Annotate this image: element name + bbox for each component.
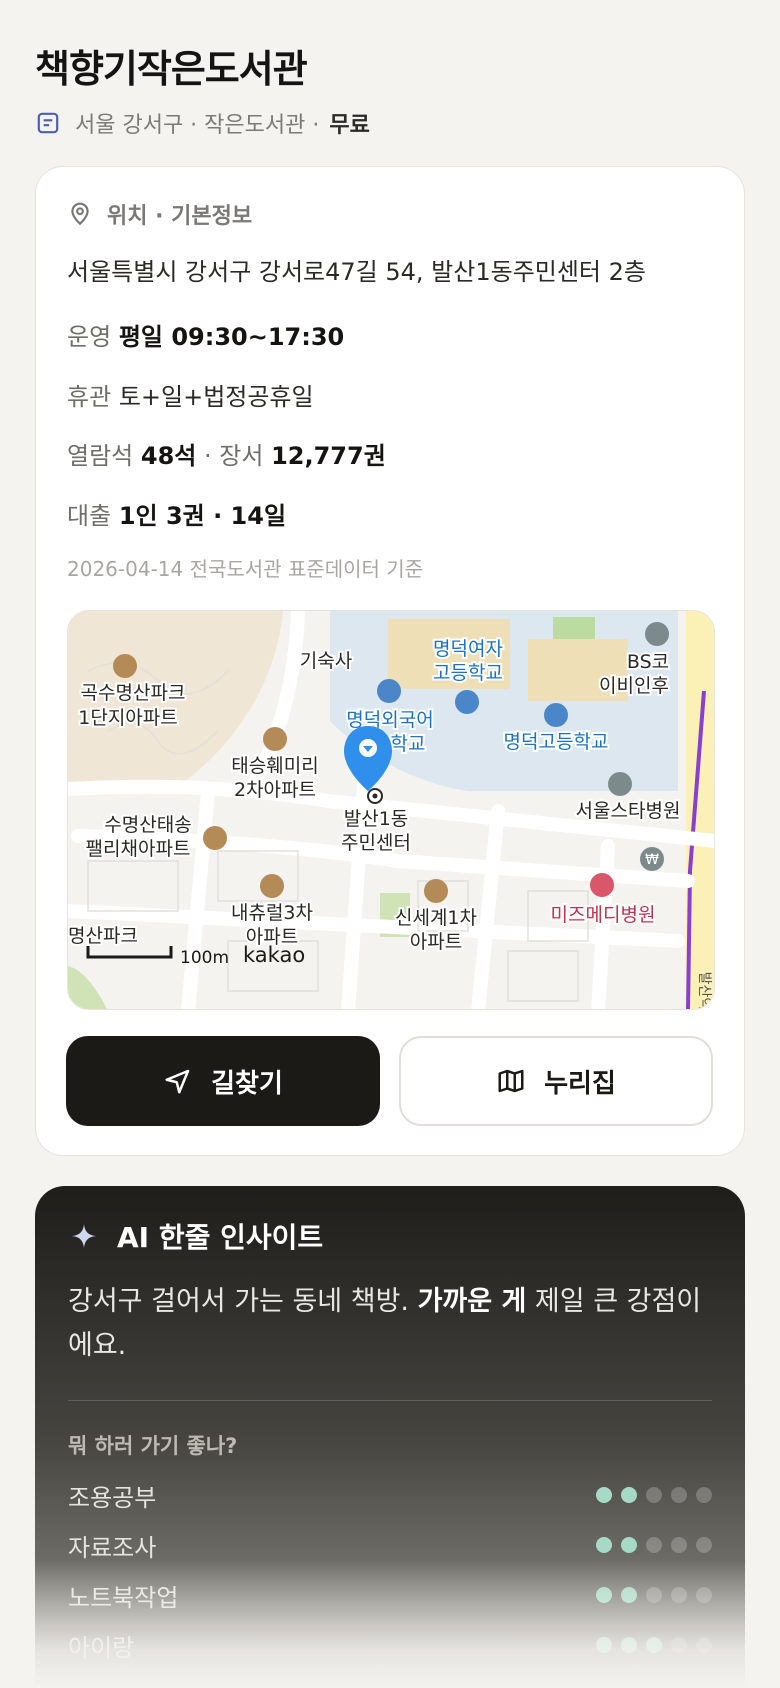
rating-dot-empty	[696, 1537, 712, 1553]
rating-dot-empty	[671, 1587, 687, 1603]
rating-dot-empty	[671, 1537, 687, 1553]
rating-dot-empty	[671, 1487, 687, 1503]
rating-dot-empty	[696, 1637, 712, 1653]
books-label: · 장서	[204, 442, 264, 470]
hours-label: 운영	[67, 323, 112, 351]
rating-dot-empty	[696, 1587, 712, 1603]
location-section-header: 위치 · 기본정보	[67, 196, 252, 232]
rating-dot-empty	[696, 1487, 712, 1503]
books-value: 12,777권	[271, 442, 386, 470]
map-label-apt-c1: 수명산태송	[104, 814, 191, 836]
library-meta: 서울 강서구 · 작은도서관 · 무료	[35, 106, 370, 140]
activity-name: 조용공부	[68, 1483, 157, 1512]
map-label-apt-b2: 2차아파트	[234, 779, 316, 801]
rating-dot-filled	[596, 1587, 612, 1603]
library-region: 서울 강서구 · 작은도서관 ·	[75, 113, 320, 138]
capacity-row: 열람석 48석 · 장서 12,777권	[67, 436, 386, 471]
document-icon	[37, 112, 59, 134]
rating-dot-filled	[596, 1487, 612, 1503]
directions-button[interactable]: 길찾기	[66, 1036, 380, 1126]
rating-dot-filled	[621, 1637, 637, 1653]
rating-dot-empty	[646, 1587, 662, 1603]
closed-label: 휴관	[67, 383, 112, 411]
activity-row: 아이랑	[68, 1628, 712, 1662]
map-label-apt-a1: 곡수명산파크	[81, 682, 186, 704]
map-brand: kakao	[243, 943, 305, 967]
activity-question: 뭐 하러 가기 좋나?	[68, 1434, 238, 1458]
map-icon	[498, 1069, 524, 1093]
activity-name: 자료조사	[68, 1533, 157, 1562]
website-label: 누리집	[544, 1068, 616, 1099]
map-label-high-school: 명덕고등학교	[504, 731, 609, 753]
activity-rating	[596, 1587, 712, 1603]
navigation-arrow-icon	[165, 1069, 190, 1094]
ai-insight-header: AI 한줄 인사이트	[71, 1216, 323, 1256]
activity-rating	[596, 1537, 712, 1553]
ai-text-highlight: 가까운 게	[417, 1286, 527, 1317]
activity-rating	[596, 1487, 712, 1503]
won-glyph: ₩	[645, 852, 659, 868]
closed-value: 토+일+법정공휴일	[118, 383, 314, 411]
rating-dot-filled	[646, 1637, 662, 1653]
map-label-apt-e2: 아파트	[410, 931, 462, 953]
map-label-bs-2: 이비인후	[599, 675, 669, 697]
map-canvas: ₩ 기숙사 곡수명산파크 1단지아파트 BS코 이비인후 태승훼미리 2차아파트…	[68, 611, 714, 1009]
sparkle-icon	[72, 1224, 96, 1248]
hospital-icon-top	[645, 622, 669, 646]
hospital-icon-star	[608, 772, 632, 796]
activity-row: 조용공부	[68, 1478, 712, 1512]
map-label-apt-a2: 1단지아파트	[78, 707, 178, 729]
divider	[68, 1400, 712, 1401]
map-label-foreign-school-2: 학교	[391, 733, 426, 755]
hours-value: 평일 09:30~17:30	[118, 323, 345, 351]
map-label-park: 명산파크	[68, 925, 138, 947]
map-label-bs-1: BS코	[627, 651, 669, 673]
fee-badge: 무료	[329, 113, 370, 138]
directions-label: 길찾기	[211, 1068, 283, 1099]
rating-dot-empty	[646, 1487, 662, 1503]
ai-insight-title: AI 한줄 인사이트	[117, 1221, 324, 1254]
section-title: 위치 · 기본정보	[107, 204, 253, 229]
hospital-icon-mizmedi	[590, 873, 614, 897]
library-title: 책향기작은도서관	[35, 47, 308, 91]
map-label-center-2: 주민센터	[341, 832, 411, 854]
rating-dot-filled	[596, 1537, 612, 1553]
data-source-stamp: 2026-04-14 전국도서관 표준데이터 기준	[67, 557, 424, 581]
ai-insight-text: 강서구 걸어서 가는 동네 책방. 가까운 게 제일 큰 강점이에요.	[68, 1280, 708, 1368]
hours-row: 운영 평일 09:30~17:30	[67, 317, 344, 352]
activity-name: 아이랑	[68, 1633, 135, 1662]
activity-name: 노트북작업	[68, 1583, 179, 1612]
loan-row: 대출 1인 3권 · 14일	[67, 496, 286, 531]
map-label-girls-school-2: 고등학교	[433, 662, 503, 684]
map-label-apt-e1: 신세계1차	[395, 907, 477, 929]
map-label-mizmedi: 미즈메디병원	[551, 904, 656, 926]
ai-text-part: 강서구 걸어서 가는 동네 책방.	[68, 1286, 418, 1317]
activity-row: 노트북작업	[68, 1578, 712, 1612]
address-row: 서울특별시 강서구 강서로47길 54, 발산1동주민센터 2층	[67, 258, 646, 286]
map-label-apt-b1: 태승훼미리	[231, 755, 318, 777]
scale-label: 100m	[180, 948, 229, 968]
loan-label: 대출	[67, 502, 112, 530]
seats-value: 48석	[140, 442, 197, 470]
rating-dot-filled	[621, 1537, 637, 1553]
rating-dot-filled	[596, 1637, 612, 1653]
website-button[interactable]: 누리집	[399, 1036, 713, 1126]
activity-row: 자료조사	[68, 1528, 712, 1562]
map-label-girls-school-1: 명덕여자	[433, 638, 503, 660]
rating-dot-empty	[646, 1537, 662, 1553]
rating-dot-empty	[671, 1637, 687, 1653]
rating-dot-filled	[621, 1587, 637, 1603]
location-map[interactable]: ₩ 기숙사 곡수명산파크 1단지아파트 BS코 이비인후 태승훼미리 2차아파트…	[67, 610, 715, 1010]
loan-value: 1인 3권 · 14일	[118, 502, 287, 530]
location-pin-icon	[71, 202, 89, 226]
map-label-apt-c2: 팰리채아파트	[86, 838, 191, 860]
activity-rating	[596, 1637, 712, 1653]
map-label-center-1: 발산1동	[344, 808, 409, 830]
closed-row: 휴관 토+일+법정공휴일	[67, 377, 314, 412]
rating-dot-filled	[621, 1487, 637, 1503]
map-label-dormitory: 기숙사	[300, 650, 352, 672]
map-label-hospital-star: 서울스타병원	[576, 800, 681, 822]
seats-label: 열람석	[67, 442, 134, 470]
map-label-apt-d1: 내츄럴3차	[231, 902, 313, 924]
